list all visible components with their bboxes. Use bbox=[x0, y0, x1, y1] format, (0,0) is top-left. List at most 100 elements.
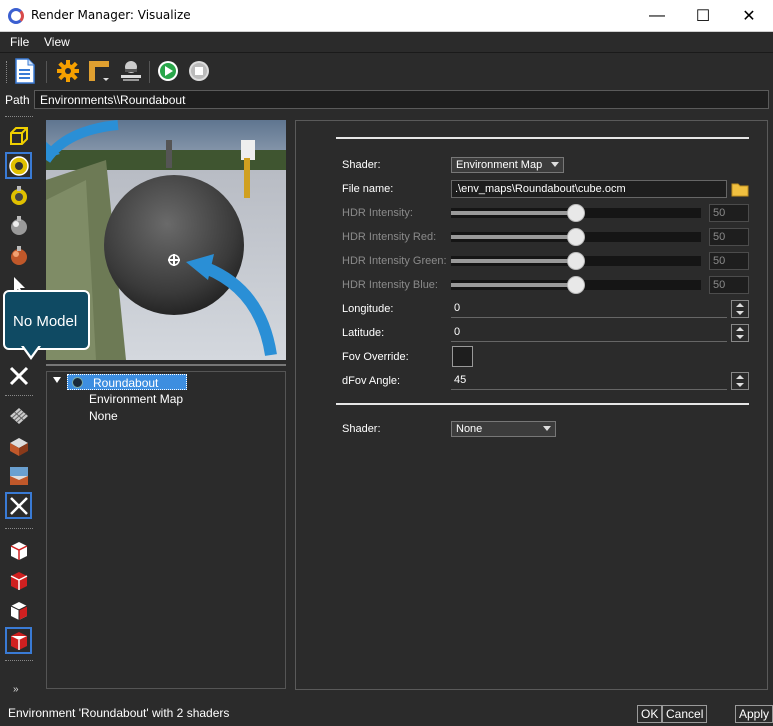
panel-divider bbox=[336, 137, 749, 139]
sphere-material-icon[interactable] bbox=[5, 182, 32, 209]
layout-icon[interactable] bbox=[86, 58, 112, 84]
hdr-green-label: HDR Intensity Green: bbox=[342, 255, 447, 267]
chrome-ball-icon[interactable] bbox=[5, 212, 32, 239]
no-model-icon[interactable] bbox=[5, 362, 32, 389]
latitude-field[interactable]: 0 bbox=[451, 324, 727, 342]
environment-node-icon bbox=[72, 377, 83, 388]
ok-button[interactable]: OK bbox=[637, 705, 663, 723]
path-bar: Path Environments\\Roundabout bbox=[0, 89, 773, 111]
dfov-angle-spinner[interactable] bbox=[731, 372, 749, 390]
slider-fill bbox=[451, 259, 576, 263]
document-icon[interactable] bbox=[12, 58, 38, 84]
slider-fill bbox=[451, 283, 576, 287]
more-tools-icon[interactable]: » bbox=[13, 684, 19, 695]
toolbar bbox=[0, 53, 773, 89]
floor-texture-icon[interactable] bbox=[5, 432, 32, 459]
hdr-blue-label: HDR Intensity Blue: bbox=[342, 279, 438, 291]
status-bar: Environment 'Roundabout' with 2 shaders … bbox=[0, 702, 773, 726]
window-title: Render Manager: Visualize bbox=[31, 8, 191, 22]
shader-tree: Roundabout Environment Map None bbox=[46, 371, 286, 689]
spin-down-icon[interactable] bbox=[736, 311, 744, 315]
tool-separator bbox=[5, 395, 33, 396]
path-field[interactable]: Environments\\Roundabout bbox=[34, 90, 769, 109]
slider-fill bbox=[451, 211, 576, 215]
maximize-button[interactable]: ☐ bbox=[680, 0, 726, 32]
hdr-blue-value[interactable]: 50 bbox=[709, 276, 749, 294]
shader2-label: Shader: bbox=[342, 423, 381, 435]
stop-icon[interactable] bbox=[186, 58, 212, 84]
close-button[interactable]: ✕ bbox=[726, 0, 772, 32]
app-logo-icon bbox=[8, 8, 24, 24]
tree-item-root[interactable]: Roundabout bbox=[67, 374, 187, 390]
tool-separator bbox=[5, 116, 33, 117]
cube-split-icon[interactable] bbox=[5, 597, 32, 624]
longitude-label: Longitude: bbox=[342, 303, 394, 315]
shader-dropdown[interactable]: Environment Map bbox=[451, 157, 564, 173]
file-name-label: File name: bbox=[342, 183, 394, 195]
tree-item-label: Roundabout bbox=[93, 376, 159, 390]
shader-dropdown-value: Environment Map bbox=[456, 159, 543, 171]
tree-item-environment-map[interactable]: Environment Map bbox=[89, 392, 183, 406]
slider-knob[interactable] bbox=[567, 276, 585, 294]
longitude-spinner[interactable] bbox=[731, 300, 749, 318]
tool-separator bbox=[5, 528, 33, 529]
hdr-green-slider[interactable] bbox=[451, 252, 701, 270]
spin-down-icon[interactable] bbox=[736, 383, 744, 387]
toolbar-separator bbox=[149, 61, 150, 83]
hdr-blue-slider[interactable] bbox=[451, 276, 701, 294]
cancel-button[interactable]: Cancel bbox=[662, 705, 708, 723]
slider-knob[interactable] bbox=[567, 252, 585, 270]
file-name-field[interactable]: .\env_maps\Roundabout\cube.ocm bbox=[451, 180, 727, 198]
title-bar: Render Manager: Visualize — ☐ ✕ bbox=[0, 0, 773, 32]
menu-view[interactable]: View bbox=[44, 35, 70, 49]
fov-override-checkbox[interactable] bbox=[452, 346, 473, 367]
hdr-red-value[interactable]: 50 bbox=[709, 228, 749, 246]
render-stage-icon[interactable] bbox=[118, 58, 144, 84]
spin-up-icon[interactable] bbox=[736, 375, 744, 379]
hdr-intensity-label: HDR Intensity: bbox=[342, 207, 413, 219]
latitude-label: Latitude: bbox=[342, 327, 385, 339]
status-text: Environment 'Roundabout' with 2 shaders bbox=[8, 706, 230, 720]
no-backplate-icon[interactable] bbox=[5, 492, 32, 519]
tree-item-none[interactable]: None bbox=[89, 409, 118, 423]
no-model-callout: No Model bbox=[3, 290, 90, 350]
spin-up-icon[interactable] bbox=[736, 327, 744, 331]
splitter[interactable] bbox=[46, 364, 286, 366]
menu-bar: File View bbox=[0, 32, 773, 53]
cube-white-icon[interactable] bbox=[5, 537, 32, 564]
shader2-dropdown-value: None bbox=[456, 423, 483, 435]
panel-divider bbox=[336, 403, 749, 405]
settings-gear-icon[interactable] bbox=[55, 58, 81, 84]
hdr-intensity-slider[interactable] bbox=[451, 204, 701, 222]
shader2-dropdown[interactable]: None bbox=[451, 421, 556, 437]
hdr-red-label: HDR Intensity Red: bbox=[342, 231, 437, 243]
hdr-intensity-value[interactable]: 50 bbox=[709, 204, 749, 222]
cube-red-icon[interactable] bbox=[5, 567, 32, 594]
longitude-field[interactable]: 0 bbox=[451, 300, 727, 318]
hdr-red-slider[interactable] bbox=[451, 228, 701, 246]
copper-ball-icon[interactable] bbox=[5, 242, 32, 269]
path-label: Path bbox=[5, 93, 30, 107]
chevron-down-icon bbox=[543, 426, 551, 431]
apply-button[interactable]: Apply bbox=[735, 705, 773, 723]
folder-browse-icon[interactable] bbox=[731, 180, 749, 198]
environment-icon[interactable] bbox=[5, 152, 32, 179]
tree-collapse-icon[interactable] bbox=[53, 377, 61, 383]
box-icon[interactable] bbox=[5, 122, 32, 149]
play-icon[interactable] bbox=[155, 58, 181, 84]
menu-file[interactable]: File bbox=[10, 35, 29, 49]
spin-down-icon[interactable] bbox=[736, 335, 744, 339]
tool-separator bbox=[5, 660, 33, 661]
cube-lit-icon[interactable] bbox=[5, 627, 32, 654]
spin-up-icon[interactable] bbox=[736, 303, 744, 307]
environment-plane-icon[interactable] bbox=[5, 462, 32, 489]
dfov-angle-field[interactable]: 45 bbox=[451, 372, 727, 390]
latitude-spinner[interactable] bbox=[731, 324, 749, 342]
slider-knob[interactable] bbox=[567, 228, 585, 246]
hdr-green-value[interactable]: 50 bbox=[709, 252, 749, 270]
slider-knob[interactable] bbox=[567, 204, 585, 222]
callout-text: No Model bbox=[13, 313, 78, 330]
minimize-button[interactable]: — bbox=[634, 0, 680, 32]
grid-plane-icon[interactable] bbox=[5, 402, 32, 429]
fov-override-label: Fov Override: bbox=[342, 351, 409, 363]
